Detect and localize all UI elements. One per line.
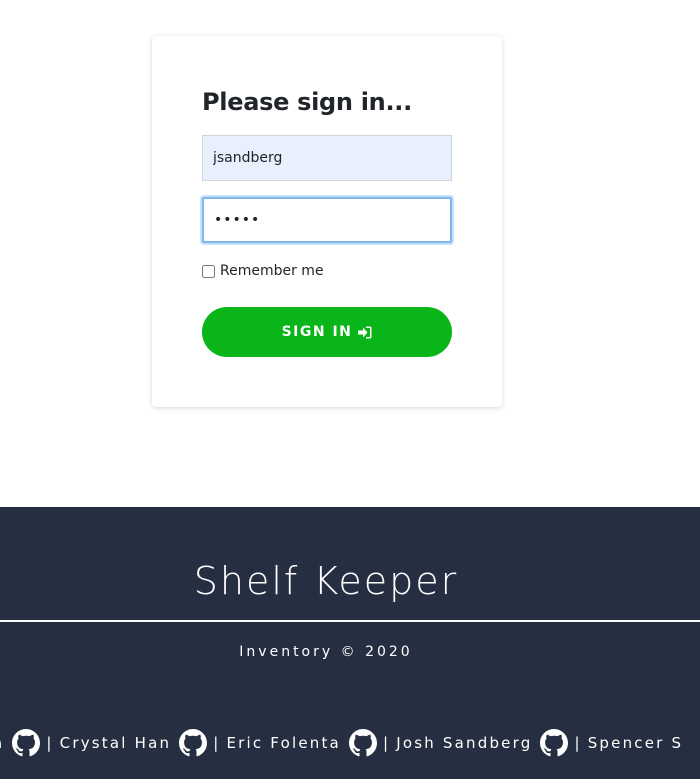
sign-in-icon [358, 326, 372, 339]
team-separator: | [46, 734, 54, 752]
team-separator: | [213, 734, 221, 752]
github-icon[interactable] [540, 729, 569, 757]
team-member-name: Josh Sandberg [396, 734, 533, 752]
github-icon[interactable] [348, 729, 377, 757]
username-input[interactable] [202, 135, 452, 181]
team-member-name: Crystal Han [59, 734, 172, 752]
team-member: | Josh Sandberg [383, 729, 574, 757]
footer: Shelf Keeper Inventory © 2020 a | Crystal … [0, 507, 700, 779]
team-member-name: Spencer S [587, 734, 684, 752]
team-member: | Eric Folenta [213, 729, 383, 757]
login-card: Please sign in... Remember me SIGN IN [152, 36, 502, 407]
team-separator: | [382, 734, 391, 752]
github-icon[interactable] [12, 729, 41, 757]
page: Please sign in... Remember me SIGN IN Sh… [0, 0, 700, 779]
remember-me-label: Remember me [220, 263, 324, 279]
page-title: Please sign in... [202, 88, 412, 116]
remember-me-checkbox[interactable] [202, 264, 215, 278]
team-member: | Crystal Han [46, 729, 213, 757]
team-separator: | [574, 734, 582, 752]
team-member: | Spencer S [574, 734, 683, 752]
github-icon[interactable] [179, 729, 208, 757]
sign-in-button[interactable]: SIGN IN [202, 307, 452, 357]
password-input[interactable] [202, 197, 452, 243]
team-member: a [0, 729, 46, 757]
remember-me[interactable]: Remember me [202, 263, 324, 279]
team-list: a | Crystal Han | Eric Folenta | Josh Sandberg… [0, 729, 683, 757]
team-member-name: a [0, 734, 4, 752]
team-member-name: Eric Folenta [226, 734, 341, 752]
footer-brand: Shelf Keeper [193, 559, 459, 603]
footer-divider [0, 620, 700, 622]
sign-in-label: SIGN IN [281, 324, 353, 340]
footer-copyright: Inventory © 2020 [239, 644, 413, 660]
